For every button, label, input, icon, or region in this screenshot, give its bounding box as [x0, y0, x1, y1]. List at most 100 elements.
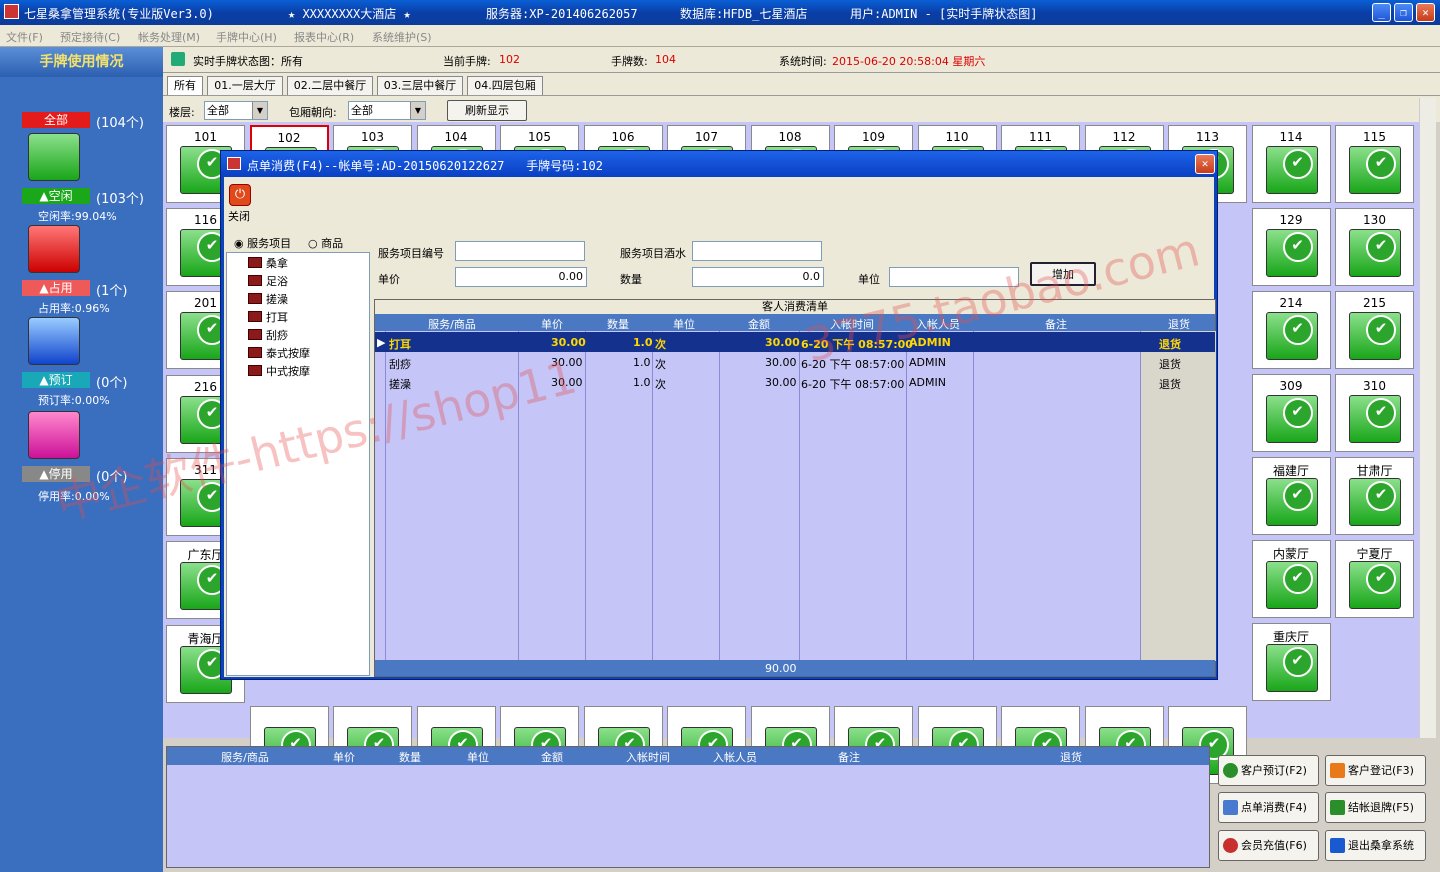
dialog-close-icon[interactable]: ✕ [1195, 154, 1215, 174]
close-window-button[interactable]: ✕ [1416, 3, 1435, 22]
stop-status-icon [28, 411, 80, 459]
room-number: 宁夏厅 [1356, 547, 1393, 561]
occupied-status-icon [28, 225, 80, 273]
room-number: 129 [1279, 213, 1303, 227]
customer-booking-button[interactable]: 客户预订(F2) [1218, 755, 1319, 786]
menu-reports[interactable]: 报表中心(R) [294, 29, 354, 45]
room-card[interactable]: 重庆厅 [1251, 623, 1331, 701]
tree-item-foot[interactable]: 足浴 [248, 273, 288, 289]
room-card[interactable]: 309 [1251, 374, 1331, 452]
minimize-button[interactable]: _ [1372, 3, 1391, 22]
room-card[interactable]: 114 [1251, 125, 1331, 203]
customer-register-label: 客户登记(F3) [1348, 764, 1414, 777]
room-idle-icon [1349, 478, 1401, 526]
tree-label: 刮痧 [266, 329, 288, 342]
radio-goods-label: 商品 [321, 237, 344, 250]
direction-select[interactable]: 全部 ▼ [348, 101, 426, 120]
service-water-label: 服务项目酒水 [620, 247, 686, 260]
status-all-label[interactable]: 全部 [22, 112, 90, 128]
radio-service[interactable]: ◉ 服务项目 [234, 235, 291, 251]
service-water-input[interactable] [692, 241, 822, 261]
return-button[interactable]: 退货 [1159, 376, 1181, 392]
checkout-button[interactable]: 结帐退牌(F5) [1325, 792, 1426, 823]
status-used-label[interactable]: ▲占用 [22, 280, 90, 296]
total-amount: 90.00 [765, 662, 797, 675]
refresh-button[interactable]: 刷新显示 [447, 100, 527, 121]
room-number: 福建厅 [1272, 464, 1309, 478]
room-card[interactable]: 130 [1335, 208, 1414, 286]
tree-item-ear[interactable]: 打耳 [248, 309, 288, 325]
tree-item-guasha[interactable]: 刮痧 [248, 327, 288, 343]
room-number: 113 [1196, 130, 1219, 144]
menu-system[interactable]: 系统维护(S) [372, 29, 432, 45]
room-number: 310 [1363, 379, 1386, 393]
floor-select[interactable]: 全部 ▼ [204, 101, 268, 120]
status-booked-label[interactable]: ▲预订 [22, 372, 90, 388]
room-number: 108 [778, 130, 802, 144]
room-card[interactable]: 215 [1335, 291, 1414, 369]
dialog-app-icon [227, 157, 241, 170]
room-idle-icon [1349, 146, 1401, 194]
power-icon[interactable]: ⏻ [229, 184, 251, 206]
row-amount: 30.00 [765, 376, 797, 389]
user-info: 用户:ADMIN - [实时手牌状态图] [850, 7, 1038, 21]
customer-booking-label: 客户预订(F2) [1241, 764, 1307, 777]
server-info: 服务器:XP-201406262057 [486, 7, 638, 21]
room-card[interactable]: 214 [1251, 291, 1331, 369]
room-number: 111 [1029, 130, 1052, 144]
tree-item-sauna[interactable]: 桑拿 [248, 255, 288, 271]
row-qty: 1.0 [633, 356, 651, 369]
dialog-close-label[interactable]: 关闭 [228, 208, 250, 224]
menu-reception[interactable]: 预定接待(C) [60, 29, 120, 45]
status-all-count: (104个) [96, 116, 144, 131]
folder-icon [248, 275, 262, 286]
table-row[interactable]: ▶ 打耳 30.00 1.0 次 30.00 6-20 下午 08:57:00 … [375, 332, 1215, 352]
dialog-title: 点单消费(F4)--帐单号:AD-20150620122627 手牌号码:102 [247, 159, 603, 173]
qty-input[interactable]: 0.0 [692, 267, 824, 287]
status-used-count: (1个) [96, 284, 128, 299]
menu-handcard[interactable]: 手牌中心(H) [216, 29, 277, 45]
return-button[interactable]: 退货 [1159, 356, 1181, 372]
tab-floor3[interactable]: 03.三层中餐厅 [377, 76, 463, 95]
room-card[interactable]: 福建厅 [1251, 457, 1331, 535]
member-recharge-button[interactable]: 会员充值(F6) [1218, 830, 1319, 861]
tab-floor1[interactable]: 01.一层大厅 [207, 76, 283, 95]
tree-label: 桑拿 [266, 257, 288, 270]
exit-system-button[interactable]: 退出桑拿系统 [1325, 830, 1426, 861]
price-input[interactable]: 0.00 [455, 267, 587, 287]
grid-col-amount: 金额 [748, 318, 770, 331]
radio-goods[interactable]: ○ 商品 [308, 235, 343, 251]
col-return: 退货 [1060, 751, 1082, 764]
status-idle-label[interactable]: ▲空闲 [22, 188, 90, 204]
room-card[interactable]: 宁夏厅 [1335, 540, 1414, 618]
menu-file[interactable]: 文件(F) [6, 29, 43, 45]
tab-floor2[interactable]: 02.二层中餐厅 [287, 76, 373, 95]
room-grid-scrollbar[interactable] [1419, 98, 1436, 738]
customer-register-button[interactable]: 客户登记(F3) [1325, 755, 1426, 786]
room-card[interactable]: 内蒙厅 [1251, 540, 1331, 618]
service-code-input[interactable] [455, 241, 585, 261]
row-item: 刮痧 [389, 358, 411, 371]
grid-col-price: 单价 [541, 318, 563, 331]
service-code-label: 服务项目编号 [378, 247, 444, 260]
tab-floor4[interactable]: 04.四层包厢 [467, 76, 543, 95]
menu-accounts[interactable]: 帐务处理(M) [138, 29, 200, 45]
tree-item-thai[interactable]: 泰式按摩 [248, 345, 310, 361]
grid-col-return: 退货 [1168, 318, 1190, 331]
maximize-button[interactable]: ❐ [1394, 3, 1413, 22]
row-staff: ADMIN [909, 376, 946, 389]
tree-item-chinese[interactable]: 中式按摩 [248, 363, 310, 379]
return-button[interactable]: 退货 [1159, 336, 1181, 352]
order-consumption-button[interactable]: 点单消费(F4) [1218, 792, 1319, 823]
status-booked-count: (0个) [96, 376, 128, 391]
status-used-rate: 占用率:0.96% [38, 302, 110, 315]
tree-item-scrub[interactable]: 搓澡 [248, 291, 288, 307]
room-card[interactable]: 115 [1335, 125, 1414, 203]
room-number: 甘肃厅 [1356, 464, 1393, 478]
room-card[interactable]: 310 [1335, 374, 1414, 452]
room-card[interactable]: 129 [1251, 208, 1331, 286]
room-card[interactable]: 甘肃厅 [1335, 457, 1414, 535]
menu-bar: 文件(F) 预定接待(C) 帐务处理(M) 手牌中心(H) 报表中心(R) 系统… [0, 25, 1440, 47]
tab-all[interactable]: 所有 [167, 76, 203, 95]
room-idle-icon [1265, 561, 1318, 609]
